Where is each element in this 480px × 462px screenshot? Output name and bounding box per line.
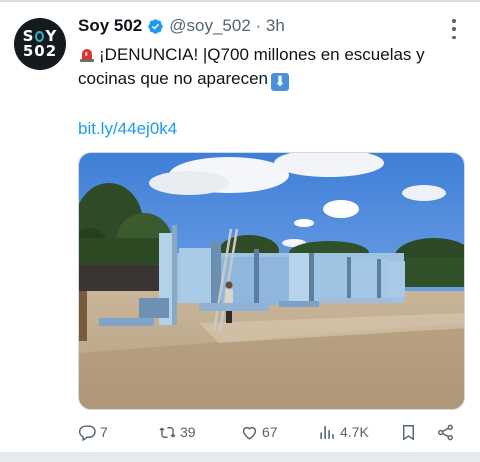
- verified-badge-icon: [148, 18, 164, 34]
- tweet-header: Soy 502 @soy_502 · 3h: [78, 14, 285, 38]
- tweet-card[interactable]: SY 502 Soy 502 @soy_502 · 3h ¡DENUNCIA! …: [0, 2, 480, 452]
- construction-site-photo: [79, 153, 464, 409]
- tweet-link[interactable]: bit.ly/44ej0k4: [78, 119, 177, 139]
- heart-icon: [242, 426, 257, 440]
- more-icon[interactable]: [444, 18, 464, 40]
- tweet-text-line2: cocinas que no aparecen: [78, 69, 268, 88]
- share-icon: [438, 424, 453, 440]
- views-icon: [320, 425, 334, 439]
- repost-count: 39: [180, 424, 196, 440]
- tweet-photo[interactable]: [78, 152, 465, 410]
- bookmark-button[interactable]: [399, 420, 421, 444]
- tweet-text: ¡DENUNCIA! |Q700 millones en escuelas y …: [78, 43, 463, 91]
- bookmark-icon: [403, 424, 414, 441]
- down-arrow-emoji: ⬇: [270, 73, 289, 91]
- siren-emoji: [80, 49, 94, 62]
- views-button[interactable]: 4.7K: [318, 420, 369, 444]
- reply-icon: [78, 424, 96, 441]
- reply-count: 7: [100, 424, 108, 440]
- share-button[interactable]: [436, 420, 458, 444]
- repost-button[interactable]: 39: [158, 420, 196, 444]
- views-count: 4.7K: [340, 424, 369, 440]
- tweet-actions: 7 39 67 4.7K: [78, 420, 463, 444]
- bottom-divider: [0, 452, 480, 462]
- avatar-o-ring: [35, 31, 45, 42]
- like-count: 67: [262, 424, 278, 440]
- tweet-text-line1: ¡DENUNCIA! |Q700 millones en escuelas y: [99, 45, 425, 64]
- reply-button[interactable]: 7: [78, 420, 108, 444]
- repost-icon: [159, 426, 176, 438]
- author-name[interactable]: Soy 502: [78, 16, 142, 36]
- avatar[interactable]: SY 502: [14, 18, 66, 70]
- handle-and-time[interactable]: @soy_502 · 3h: [169, 16, 285, 36]
- like-button[interactable]: 67: [240, 420, 278, 444]
